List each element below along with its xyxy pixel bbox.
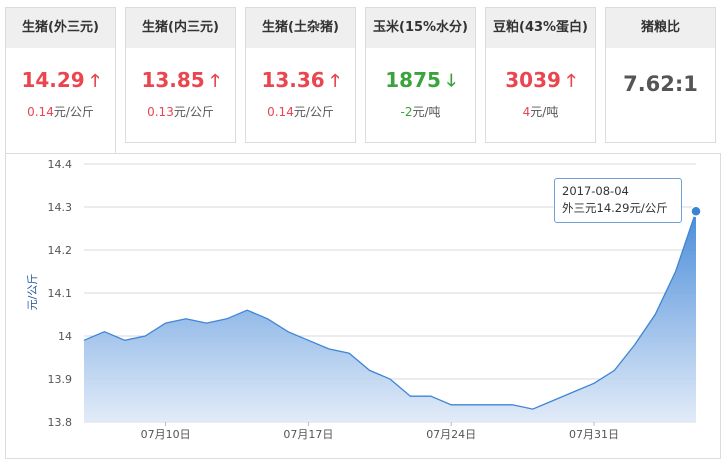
data-point[interactable] (266, 317, 270, 321)
data-point[interactable] (612, 368, 616, 372)
tooltip-value: 14.29 (596, 201, 630, 215)
data-point[interactable] (674, 270, 678, 274)
data-point[interactable] (102, 330, 106, 334)
data-point[interactable] (653, 313, 657, 317)
data-point[interactable] (408, 394, 412, 398)
data-point[interactable] (184, 317, 188, 321)
y-tick-label: 14.4 (48, 158, 73, 171)
change-unit: 元/公斤 (53, 105, 94, 119)
x-tick-label: 07月17日 (283, 428, 333, 441)
arrow-up-icon: 🡑 (90, 71, 100, 91)
data-point[interactable] (204, 321, 208, 325)
data-point[interactable] (551, 399, 555, 403)
data-point[interactable] (510, 403, 514, 407)
data-point[interactable] (123, 338, 127, 342)
y-axis-title: 元/公斤 (26, 274, 39, 311)
card-pig-external[interactable]: 生猪(外三元) 14.29 🡑 0.14元/公斤 (5, 7, 116, 153)
highlighted-point[interactable] (690, 205, 702, 218)
card-title: 生猪(外三元) (6, 8, 115, 48)
data-point[interactable] (347, 351, 351, 355)
x-tick-label: 07月10日 (141, 428, 191, 441)
data-point[interactable] (82, 338, 86, 342)
x-tick-label: 07月31日 (569, 428, 619, 441)
data-point[interactable] (388, 377, 392, 381)
price-area (84, 211, 696, 422)
price-value: 14.29 (21, 68, 85, 92)
y-tick-label: 14 (58, 330, 72, 343)
data-point[interactable] (490, 403, 494, 407)
data-point[interactable] (306, 338, 310, 342)
y-tick-label: 14.3 (48, 201, 73, 214)
data-point[interactable] (286, 330, 290, 334)
data-point[interactable] (245, 308, 249, 312)
data-point[interactable] (592, 381, 596, 385)
tooltip-unit: 元/公斤 (629, 201, 668, 215)
data-point[interactable] (164, 321, 168, 325)
data-point[interactable] (633, 343, 637, 347)
y-tick-label: 13.8 (48, 416, 73, 429)
change-value: 0.14 (27, 105, 54, 119)
y-tick-label: 14.2 (48, 244, 73, 257)
data-point[interactable] (572, 390, 576, 394)
data-point[interactable] (470, 403, 474, 407)
data-point[interactable] (368, 368, 372, 372)
y-tick-label: 13.9 (48, 373, 73, 386)
tooltip-series: 外三元 (562, 201, 597, 215)
data-point[interactable] (531, 407, 535, 411)
data-point[interactable] (449, 403, 453, 407)
chart-tooltip: 2017-08-04 外三元14.29元/公斤 (554, 178, 682, 223)
data-point[interactable] (327, 347, 331, 351)
data-point[interactable] (143, 334, 147, 338)
card-price: 14.29 🡑 (6, 68, 115, 93)
data-point[interactable] (225, 317, 229, 321)
card-change: 0.14元/公斤 (6, 103, 115, 120)
tooltip-value-line: 外三元14.29元/公斤 (562, 200, 674, 217)
x-tick-label: 07月24日 (426, 428, 476, 441)
tooltip-date: 2017-08-04 (562, 184, 629, 198)
area-layer (82, 205, 702, 422)
data-point[interactable] (429, 394, 433, 398)
y-tick-label: 14.1 (48, 287, 73, 300)
